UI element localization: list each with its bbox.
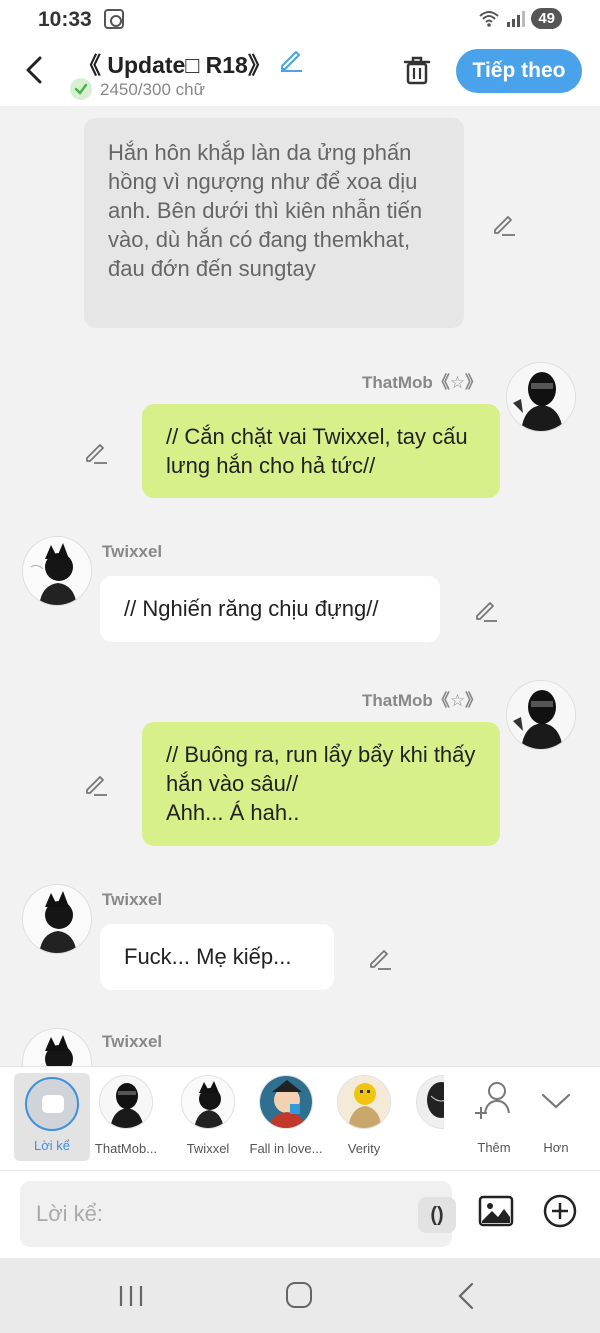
character-thatmob[interactable]: ThatMob...: [86, 1075, 166, 1156]
input-bar: (): [0, 1170, 600, 1258]
sender-name: Twixxel: [102, 542, 163, 561]
status-time: 10:33: [38, 8, 92, 31]
character-fall-in-love[interactable]: Fall in love...: [246, 1075, 326, 1156]
avatar: [337, 1075, 391, 1129]
character-label: Twixxel: [186, 1141, 230, 1156]
chat-area[interactable]: Hắn hôn khắp làn da ửng phấn hồng vì ngư…: [0, 106, 600, 1066]
avatar[interactable]: [22, 1028, 92, 1066]
system-nav-bar: [0, 1258, 600, 1333]
battery-badge: 49: [531, 8, 562, 29]
character-bar: Lời kể ThatMob... Twixxel Fall in love..…: [0, 1066, 600, 1170]
message-input[interactable]: [36, 1199, 396, 1229]
avatar: [416, 1075, 444, 1129]
edit-message-icon[interactable]: [474, 598, 498, 622]
word-count: 2450/300 chữ: [100, 80, 205, 99]
edit-title-icon[interactable]: [278, 46, 304, 72]
home-icon[interactable]: [286, 1282, 312, 1308]
message-input-box: (): [20, 1181, 456, 1247]
recent-apps-icon[interactable]: [118, 1284, 144, 1308]
character-label: Fall in love...: [249, 1141, 323, 1156]
avatar: [99, 1075, 153, 1129]
character-twixxel[interactable]: Twixxel: [168, 1075, 248, 1156]
edit-message-icon[interactable]: [84, 440, 108, 464]
back-arrow-icon[interactable]: [22, 54, 48, 86]
narration-bubble[interactable]: Hắn hôn khắp làn da ửng phấn hồng vì ngư…: [84, 118, 464, 328]
story-title[interactable]: 《 Update□ R18》: [78, 46, 271, 80]
editor-header: 《 Update□ R18》 2450/300 chữ Tiếp theo: [0, 40, 600, 106]
chevron-down-icon: [541, 1093, 571, 1109]
status-bar: 10:33 49: [0, 0, 600, 40]
next-button[interactable]: Tiếp theo: [456, 49, 582, 93]
expand-characters-button[interactable]: Hơn: [516, 1075, 596, 1155]
narrator-selector[interactable]: Lời kể: [14, 1073, 90, 1161]
edit-message-icon[interactable]: [368, 946, 392, 970]
avatar[interactable]: [506, 680, 576, 750]
trash-icon[interactable]: [402, 54, 432, 86]
check-icon: [70, 78, 92, 100]
avatar[interactable]: [22, 536, 92, 606]
sender-name: Twixxel: [102, 890, 163, 909]
avatar[interactable]: [22, 884, 92, 954]
add-icon[interactable]: [542, 1193, 578, 1229]
sender-name: ThatMob《☆》: [362, 691, 483, 710]
avatar[interactable]: [506, 362, 576, 432]
avatar: [259, 1075, 313, 1129]
character-label: ThatMob...: [94, 1141, 158, 1156]
image-icon[interactable]: [478, 1193, 514, 1229]
message-bubble[interactable]: // Cắn chặt vai Twixxel, tay cấu lưng hắ…: [142, 404, 500, 498]
narrator-label: Lời kể: [34, 1138, 70, 1153]
nav-back-icon[interactable]: [456, 1282, 476, 1310]
narrator-icon: [25, 1077, 79, 1131]
character-partial[interactable]: [404, 1075, 444, 1141]
message-bubble[interactable]: Fuck... Mẹ kiếp...: [100, 924, 334, 990]
character-label: Verity: [347, 1141, 381, 1156]
message-bubble[interactable]: // Buông ra, run lẩy bẩy khi thấy hắn và…: [142, 722, 500, 846]
message-bubble[interactable]: // Nghiến răng chịu đựng//: [100, 576, 440, 642]
screen-record-icon: [104, 9, 124, 29]
sender-name: ThatMob《☆》: [362, 373, 483, 392]
avatar: [181, 1075, 235, 1129]
action-paren-button[interactable]: (): [418, 1197, 456, 1233]
character-verity[interactable]: Verity: [324, 1075, 404, 1156]
signal-icon: [507, 10, 526, 27]
sender-name: Twixxel: [102, 1032, 163, 1051]
edit-message-icon[interactable]: [84, 772, 108, 796]
expand-label: Hơn: [543, 1140, 569, 1155]
wifi-icon: [479, 10, 499, 27]
add-person-icon: [475, 1082, 510, 1119]
edit-message-icon[interactable]: [492, 212, 516, 236]
status-icons: 49: [479, 8, 562, 29]
